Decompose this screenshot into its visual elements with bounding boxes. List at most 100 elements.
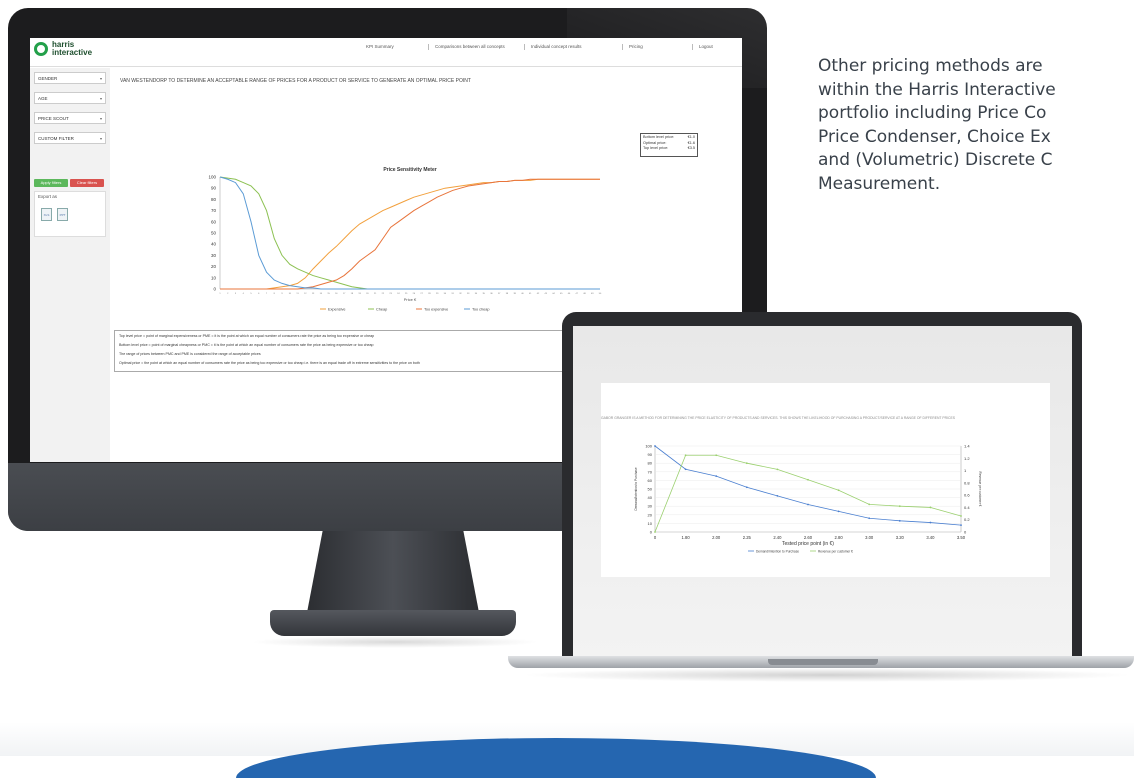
series-line xyxy=(219,176,600,290)
data-point xyxy=(929,521,932,524)
y-tick-label: 100 xyxy=(208,175,216,180)
data-point xyxy=(654,531,656,533)
nav-comparisons[interactable]: Comparisons between all concepts xyxy=(428,44,505,50)
chevron-down-icon: ▾ xyxy=(99,116,102,121)
x-tick-label: 9 xyxy=(281,293,283,295)
ppt-export-icon[interactable]: PPT xyxy=(57,208,68,221)
x-tick-label: 3.00 xyxy=(865,535,874,540)
data-point xyxy=(745,486,748,489)
y-axis-title: Demand/Intention to Purchase xyxy=(634,467,638,510)
y-tick-label: 80 xyxy=(211,197,217,202)
chevron-down-icon: ▾ xyxy=(99,76,102,81)
apply-filters-button[interactable]: Apply filters xyxy=(34,179,68,187)
y-tick-label: 30 xyxy=(648,504,653,509)
y-tick-label: 60 xyxy=(648,478,653,483)
x-tick-label: 17 xyxy=(343,293,346,295)
nav-logout[interactable]: Logout xyxy=(692,44,713,50)
legend-label: Too cheap xyxy=(472,308,490,312)
x-tick-label: 3 xyxy=(235,293,237,295)
marketing-line: Price Condenser, Choice Ex xyxy=(818,126,1051,147)
price-value: €3.5 xyxy=(687,146,695,150)
filter-label: AGE xyxy=(38,96,48,101)
price-label: Top level price: xyxy=(643,146,669,150)
marketing-line: Measurement. xyxy=(818,173,941,194)
data-point xyxy=(776,468,779,471)
series-line xyxy=(654,454,962,533)
x-tick-label: 1 xyxy=(219,293,221,295)
x-tick-label: 31 xyxy=(451,293,454,295)
x-axis-title: Price € xyxy=(404,297,417,302)
x-tick-label: 6 xyxy=(258,293,260,295)
x-tick-label: 33 xyxy=(467,293,470,295)
y-tick-label: 50 xyxy=(648,487,653,492)
x-tick-label: 0 xyxy=(654,535,657,540)
filter-age[interactable]: AGE ▾ xyxy=(34,92,106,104)
x-tick-label: 18 xyxy=(351,293,354,295)
y2-axis-title: Revenue per customer € xyxy=(978,472,982,507)
chevron-down-icon: ▾ xyxy=(99,136,102,141)
logo-text: harris interactive xyxy=(52,41,92,57)
x-tick-label: 23 xyxy=(389,293,392,295)
x-tick-label: 13 xyxy=(312,293,315,295)
y-tick-label: 10 xyxy=(648,521,653,526)
y-tick-label: 20 xyxy=(648,512,653,517)
series-line xyxy=(219,176,600,290)
xls-export-icon[interactable]: XLS xyxy=(41,208,52,221)
x-tick-label: 2.80 xyxy=(835,535,844,540)
y-tick-label: 90 xyxy=(648,452,653,457)
x-tick-label: 47 xyxy=(576,293,579,295)
y-tick-label: 30 xyxy=(211,253,217,258)
x-tick-label: 22 xyxy=(382,293,385,295)
y2-tick-label: 0.8 xyxy=(964,480,970,485)
x-tick-label: 2.25 xyxy=(743,535,752,540)
x-tick-label: 15 xyxy=(327,293,330,295)
data-point xyxy=(776,494,779,497)
filter-label: CUSTOM FILTER xyxy=(38,136,74,141)
y-tick-label: 100 xyxy=(645,444,652,449)
clear-filters-button[interactable]: Clear filters xyxy=(70,179,104,187)
stand-shadow xyxy=(250,636,540,648)
y-tick-label: 40 xyxy=(648,495,653,500)
laptop-shadow xyxy=(520,668,1134,682)
marketing-line: and (Volumetric) Discrete C xyxy=(818,150,1053,170)
y2-tick-label: 0.2 xyxy=(964,517,970,522)
x-tick-label: 2.40 xyxy=(773,535,782,540)
x-tick-label: 11 xyxy=(296,293,299,295)
price-summary-box: Bottom level price: €1.0 Optimal price: €1… xyxy=(640,133,698,157)
filter-gender[interactable]: GENDER ▾ xyxy=(34,72,106,84)
x-tick-label: 4 xyxy=(243,293,245,295)
x-tick-label: 10 xyxy=(289,293,292,295)
price-row: Top level price: €3.5 xyxy=(643,146,695,152)
y-tick-label: 0 xyxy=(650,530,653,535)
marketing-line: Other pricing methods are xyxy=(818,56,1043,76)
data-point xyxy=(807,503,809,506)
x-tick-label: 24 xyxy=(397,293,400,295)
y-tick-label: 50 xyxy=(211,231,217,236)
data-point xyxy=(837,489,840,492)
nav-kpi-summary[interactable]: KPI Summary xyxy=(360,44,394,50)
x-tick-label: 2 xyxy=(227,293,229,295)
x-tick-label: 3.50 xyxy=(957,535,966,540)
nav-pricing[interactable]: Pricing xyxy=(622,44,643,50)
data-point xyxy=(837,510,840,513)
legend-label: Cheap xyxy=(376,308,387,312)
x-tick-label: 1.80 xyxy=(682,535,691,540)
x-tick-label: 14 xyxy=(320,293,323,295)
nav-individual-concept[interactable]: Individual concept results xyxy=(524,44,601,50)
data-point xyxy=(684,468,687,471)
legend-label: Too expensive xyxy=(424,308,448,312)
y-tick-label: 80 xyxy=(648,461,653,466)
legend-label: Revenue per customer € xyxy=(818,550,853,554)
x-tick-label: 26 xyxy=(413,293,416,295)
x-tick-label: 40 xyxy=(521,293,524,295)
filter-price-scout[interactable]: PRICE SCOUT ▾ xyxy=(34,112,106,124)
y-tick-label: 60 xyxy=(211,219,217,224)
x-tick-label: 46 xyxy=(568,293,571,295)
x-tick-label: 3.40 xyxy=(926,535,935,540)
x-axis-title: Tested price point (in €) xyxy=(782,541,834,547)
app-header: harris interactive KPI Summary Compariso… xyxy=(30,38,742,67)
filter-custom[interactable]: CUSTOM FILTER ▾ xyxy=(34,132,106,144)
x-tick-label: 20 xyxy=(366,293,369,295)
y-tick-label: 70 xyxy=(648,469,653,474)
y2-tick-label: 0.6 xyxy=(964,493,970,498)
